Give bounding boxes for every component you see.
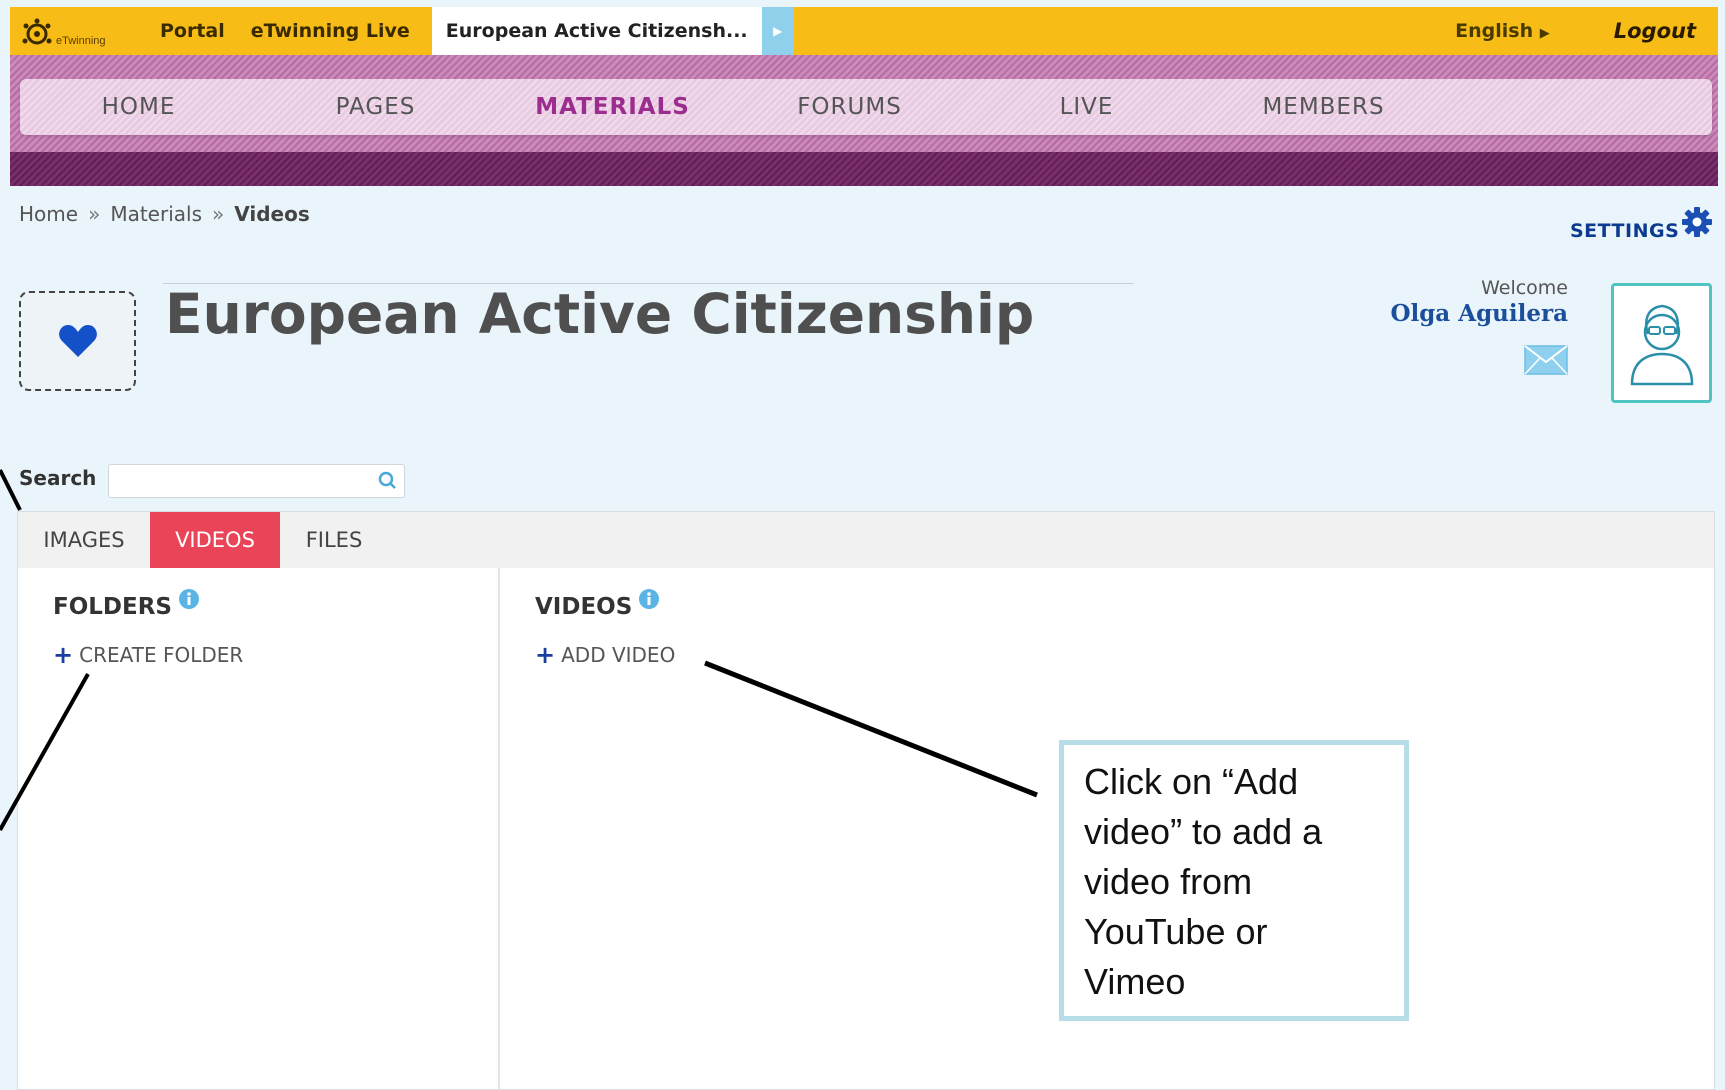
nav-item-pages[interactable]: PAGES	[257, 94, 494, 120]
callout-line: Vimeo	[1084, 961, 1186, 1002]
nav-item-live[interactable]: LIVE	[968, 94, 1205, 120]
project-logo[interactable]	[19, 291, 136, 391]
mail-icon[interactable]	[1524, 345, 1568, 379]
language-label: English	[1455, 20, 1534, 42]
materials-panel: IMAGES VIDEOS FILES FOLDERS + CREATE FOL…	[17, 511, 1715, 1090]
breadcrumb-materials[interactable]: Materials	[110, 202, 202, 226]
create-folder-label: CREATE FOLDER	[79, 643, 244, 667]
nav-item-home[interactable]: HOME	[20, 94, 257, 120]
etwinning-live-link[interactable]: eTwinning Live	[251, 20, 410, 42]
nav-stripe	[10, 152, 1718, 186]
breadcrumb-separator: »	[211, 202, 225, 226]
videos-section-header: VIDEOS	[535, 589, 660, 620]
pointer-line	[0, 469, 22, 511]
tab-videos[interactable]: VIDEOS	[150, 512, 280, 568]
user-avatar-icon	[1630, 304, 1693, 386]
folders-heading: FOLDERS	[53, 594, 172, 620]
tab-scroll-arrow-icon[interactable]: ▶	[761, 7, 794, 55]
add-video-label: ADD VIDEO	[561, 643, 676, 667]
gear-icon	[1682, 207, 1713, 237]
heart-icon	[58, 325, 97, 357]
project-tab[interactable]: European Active Citizensh...	[431, 7, 762, 55]
nav-item-forums[interactable]: FORUMS	[731, 94, 968, 120]
main-nav: HOME PAGES MATERIALS FORUMS LIVE MEMBERS	[20, 79, 1712, 135]
etwinning-logo[interactable]: eTwinning	[20, 11, 160, 51]
nav-item-members[interactable]: MEMBERS	[1205, 94, 1442, 120]
caret-right-icon: ▶	[1539, 26, 1550, 41]
info-icon[interactable]	[638, 588, 660, 610]
search-label: Search	[19, 466, 97, 490]
search-input[interactable]	[108, 464, 405, 498]
settings-label: SETTINGS	[1570, 220, 1680, 242]
callout-line: video” to add a	[1084, 811, 1323, 852]
breadcrumb: Home » Materials » Videos	[19, 202, 310, 226]
nav-item-materials[interactable]: MATERIALS	[494, 94, 731, 120]
breadcrumb-separator: »	[88, 202, 101, 226]
create-folder-button[interactable]: + CREATE FOLDER	[53, 641, 243, 669]
add-video-button[interactable]: + ADD VIDEO	[535, 641, 675, 669]
search-icon[interactable]	[378, 471, 398, 495]
portal-link[interactable]: Portal	[160, 20, 225, 42]
settings-button[interactable]: SETTINGS	[1570, 206, 1713, 242]
logo-text: eTwinning	[56, 35, 106, 47]
plus-icon: +	[53, 641, 74, 669]
videos-heading: VIDEOS	[535, 594, 633, 620]
breadcrumb-current: Videos	[234, 202, 310, 226]
language-selector[interactable]: English ▶	[1455, 20, 1550, 42]
tab-files[interactable]: FILES	[280, 512, 388, 568]
page-title: European Active Citizenship	[165, 282, 1035, 346]
info-icon[interactable]	[178, 588, 200, 610]
callout-line: YouTube or	[1084, 911, 1268, 952]
user-name-link[interactable]: Olga Aguilera	[1380, 300, 1568, 327]
plus-icon: +	[535, 641, 556, 669]
tab-images[interactable]: IMAGES	[18, 512, 150, 568]
callout-line: Click on “Add	[1084, 761, 1299, 802]
etwinning-logo-icon	[20, 17, 54, 51]
nav-band: HOME PAGES MATERIALS FORUMS LIVE MEMBERS	[10, 55, 1718, 186]
callout-line: video from	[1084, 861, 1253, 902]
column-divider	[498, 568, 500, 1090]
material-tabs: IMAGES VIDEOS FILES	[18, 512, 1714, 568]
annotation-callout: Click on “Add video” to add a video from…	[1059, 740, 1409, 1021]
breadcrumb-home[interactable]: Home	[19, 202, 78, 226]
top-bar: eTwinning Portal eTwinning Live European…	[10, 7, 1718, 55]
welcome-text: Welcome	[1481, 277, 1568, 299]
folders-section-header: FOLDERS	[53, 589, 200, 620]
logout-link[interactable]: Logout	[1614, 19, 1696, 43]
avatar[interactable]	[1611, 283, 1712, 403]
